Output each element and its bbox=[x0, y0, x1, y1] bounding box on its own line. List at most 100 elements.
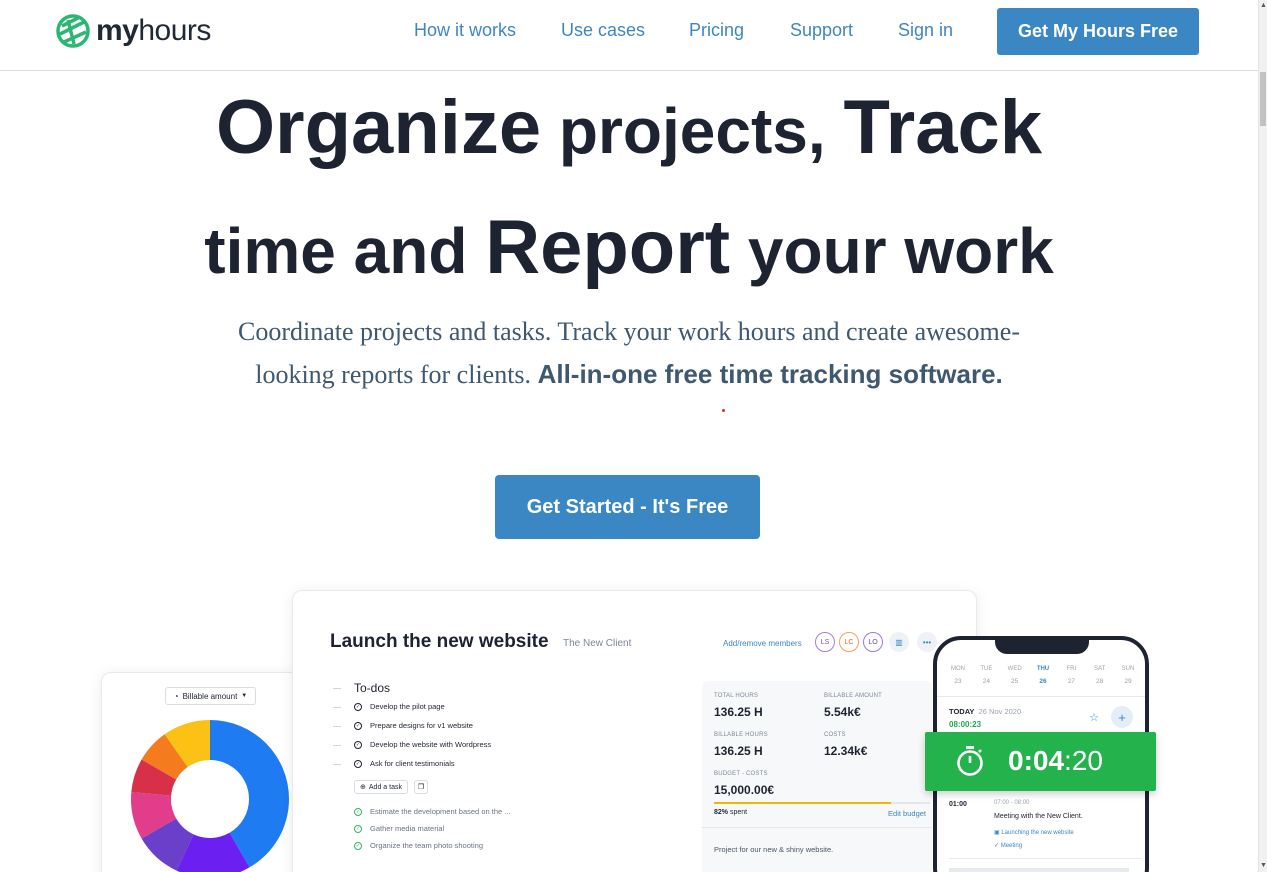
hero-word-your-work: your work bbox=[730, 215, 1054, 287]
add-remove-members-link[interactable]: Add/remove members bbox=[723, 639, 802, 648]
timer-seconds: :20 bbox=[1064, 745, 1103, 776]
drag-handle-icon[interactable] bbox=[333, 764, 341, 765]
hero-word-projects: projects, bbox=[541, 95, 844, 167]
project-title: Launch the new website bbox=[330, 631, 549, 652]
budget-progress-fill bbox=[714, 802, 892, 804]
check-circle-icon[interactable]: ✓ bbox=[354, 740, 362, 749]
project-client: The New Client bbox=[563, 638, 632, 649]
page-scrollbar[interactable]: ▲ ▼ bbox=[1258, 0, 1267, 872]
spent-percent: 82% bbox=[714, 809, 729, 816]
avatar[interactable]: LC bbox=[839, 632, 859, 652]
entry-duration: 01:00 bbox=[949, 801, 967, 808]
stats-divider bbox=[702, 827, 932, 828]
star-icon[interactable]: ☆ bbox=[1083, 706, 1105, 728]
check-circle-icon[interactable]: ✓ bbox=[354, 759, 362, 768]
project-stats-panel: TOTAL HOURS 136.25 H BILLABLE AMOUNT 5.5… bbox=[702, 681, 932, 872]
check-circle-icon[interactable]: ✓ bbox=[354, 807, 362, 816]
scroll-down-icon[interactable]: ▼ bbox=[1260, 862, 1267, 869]
todo-label: Develop the website with Wordpress bbox=[370, 740, 492, 749]
entry-title[interactable]: Meeting with the New Client. bbox=[994, 813, 1083, 820]
nav-use-cases[interactable]: Use cases bbox=[561, 20, 645, 41]
todo-label: Organize the team photo shooting bbox=[370, 841, 483, 850]
check-circle-icon[interactable]: ✓ bbox=[354, 841, 362, 850]
billable-amount-select[interactable]: ◔ Billable amount ▼ bbox=[165, 687, 256, 705]
hero-word-track: Track bbox=[843, 85, 1043, 170]
caret-down-icon: ▼ bbox=[241, 693, 248, 699]
get-my-hours-free-button[interactable]: Get My Hours Free bbox=[997, 8, 1199, 55]
check-circle-icon[interactable]: ✓ bbox=[354, 702, 362, 711]
todo-item[interactable]: ✓ Develop the pilot page bbox=[354, 702, 445, 711]
nav-sign-in[interactable]: Sign in bbox=[898, 20, 953, 41]
drag-handle-icon[interactable] bbox=[333, 745, 341, 746]
phone-notch bbox=[995, 640, 1089, 654]
week-day-tue[interactable]: TUE 24 bbox=[973, 666, 999, 685]
week-day-sun[interactable]: SUN 29 bbox=[1115, 666, 1141, 685]
todo-item[interactable]: ✓ Ask for client testimonials bbox=[354, 759, 455, 768]
todo-label: Gather media material bbox=[370, 824, 445, 833]
week-day-wed[interactable]: WED 25 bbox=[1002, 666, 1028, 685]
week-day-number: 23 bbox=[954, 678, 962, 685]
add-task-button[interactable]: ⊕ Add a task bbox=[354, 780, 408, 794]
scroll-up-icon[interactable]: ▲ bbox=[1260, 2, 1267, 9]
copy-icon[interactable]: ❐ bbox=[414, 780, 428, 794]
cursor-dot bbox=[722, 409, 725, 412]
todo-label: Prepare designs for v1 website bbox=[370, 721, 473, 730]
week-day-name: WED bbox=[1007, 666, 1022, 672]
chart-icon[interactable]: ▥ bbox=[889, 632, 909, 652]
drag-handle-icon[interactable] bbox=[333, 707, 341, 708]
billable-chart-card: ◔ Billable amount ▼ bbox=[101, 672, 321, 872]
logo[interactable]: myhours bbox=[56, 14, 211, 48]
todo-item[interactable]: ✓ Develop the website with Wordpress bbox=[354, 740, 491, 749]
donut-segment[interactable] bbox=[210, 720, 289, 799]
project-description: Project for our new & shiny website. bbox=[714, 845, 834, 854]
todos-heading: To-dos bbox=[354, 681, 391, 695]
check-circle-icon[interactable]: ✓ bbox=[354, 721, 362, 730]
avatar[interactable]: LS bbox=[815, 632, 835, 652]
todo-item[interactable]: ✓ Prepare designs for v1 website bbox=[354, 721, 473, 730]
todo-item-done[interactable]: ✓ Estimate the development based on the .… bbox=[354, 807, 511, 816]
logo-globe-icon bbox=[56, 14, 90, 48]
nav-pricing[interactable]: Pricing bbox=[689, 20, 744, 41]
drag-handle-icon[interactable] bbox=[333, 688, 341, 689]
todo-item-done[interactable]: ✓ Gather media material bbox=[354, 824, 444, 833]
spent-text: 82% spent bbox=[714, 809, 747, 816]
plus-icon[interactable]: + bbox=[1111, 706, 1133, 728]
week-day-name: THU bbox=[1036, 666, 1050, 672]
billable-hours-value: 136.25 H bbox=[714, 744, 763, 758]
week-day-name: MON bbox=[951, 666, 965, 672]
scroll-thumb[interactable] bbox=[1260, 72, 1266, 126]
check-circle-icon[interactable]: ✓ bbox=[354, 824, 362, 833]
add-task-label: Add a task bbox=[368, 783, 402, 791]
more-icon[interactable]: ••• bbox=[917, 632, 937, 652]
today-total: 08:00:23 bbox=[949, 720, 982, 729]
week-day-number: 24 bbox=[982, 678, 990, 685]
project-card: Launch the new website The New Client Ad… bbox=[292, 590, 977, 872]
running-timer[interactable]: 0:04:20 bbox=[925, 732, 1156, 791]
week-day-thu[interactable]: THU 26 bbox=[1030, 666, 1056, 685]
week-day-number: 25 bbox=[1011, 678, 1019, 685]
today-date: 26 Nov 2020 bbox=[978, 707, 1022, 716]
week-day-sat[interactable]: SAT 28 bbox=[1087, 666, 1113, 685]
todo-item-done[interactable]: ✓ Organize the team photo shooting bbox=[354, 841, 483, 850]
nav-support[interactable]: Support bbox=[790, 20, 853, 41]
today-label: TODAY bbox=[949, 707, 975, 716]
week-day-number: 28 bbox=[1096, 678, 1104, 685]
drag-handle-icon[interactable] bbox=[333, 726, 341, 727]
avatar[interactable]: LO bbox=[863, 632, 883, 652]
week-day-fri[interactable]: FRI 27 bbox=[1058, 666, 1084, 685]
week-day-mon[interactable]: MON 23 bbox=[945, 666, 971, 685]
edit-budget-link[interactable]: Edit budget bbox=[888, 809, 926, 818]
logo-text: myhours bbox=[96, 14, 211, 47]
week-day-name: TUE bbox=[980, 666, 993, 672]
todo-label: Develop the pilot page bbox=[370, 702, 445, 711]
get-started-button[interactable]: Get Started - It's Free bbox=[495, 475, 760, 539]
week-divider bbox=[937, 696, 1145, 697]
nav-how-it-works[interactable]: How it works bbox=[414, 20, 516, 41]
todo-label: Estimate the development based on the ..… bbox=[370, 807, 511, 816]
billable-amount-value: 5.54k€ bbox=[824, 705, 861, 719]
total-hours-label: TOTAL HOURS bbox=[714, 693, 759, 699]
entry-tag: ✓ Meeting bbox=[994, 842, 1022, 849]
next-entry-placeholder bbox=[949, 868, 1129, 872]
plus-icon: ⊕ bbox=[360, 784, 366, 791]
landing-page: myhours How it works Use cases Pricing S… bbox=[0, 0, 1267, 872]
